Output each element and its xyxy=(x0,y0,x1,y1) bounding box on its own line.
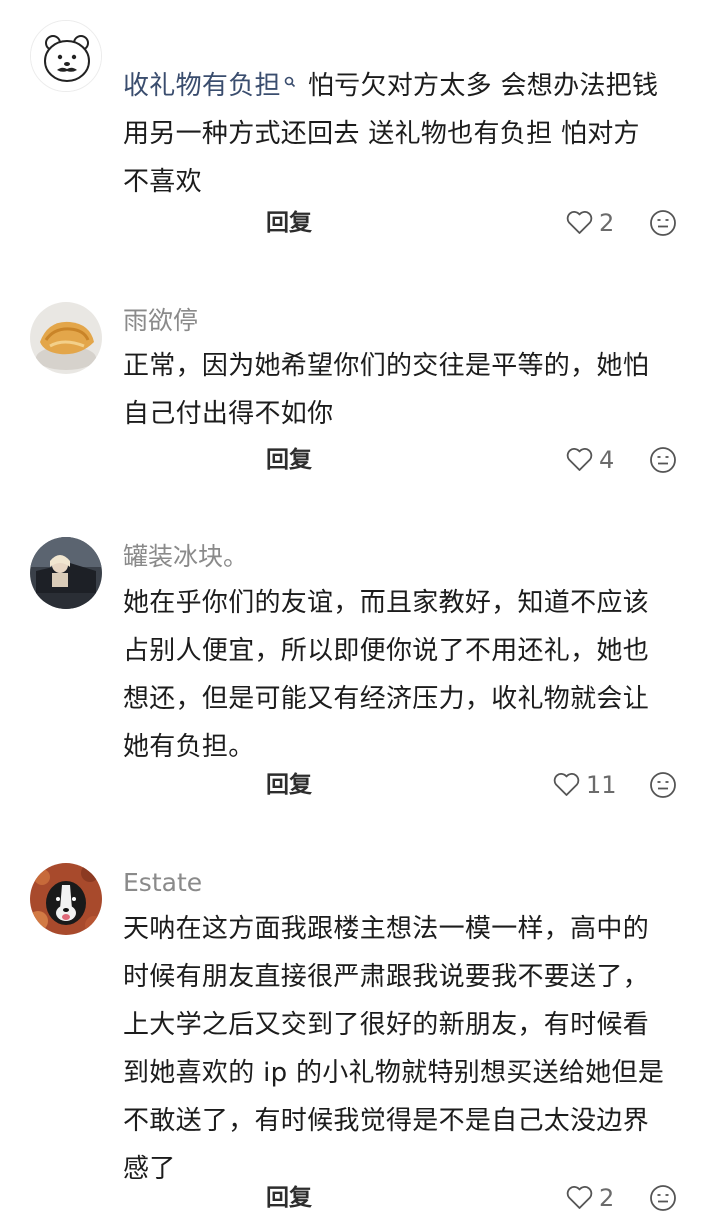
smiley-face-icon xyxy=(650,210,676,236)
inline-username[interactable]: 收礼物有负担 xyxy=(123,71,281,101)
comment-line: 不喜欢 xyxy=(123,167,202,197)
search-icon[interactable] xyxy=(284,64,296,88)
comment-line: 怕亏欠对方太多 会想办法把钱 xyxy=(307,71,659,101)
like-count: 2 xyxy=(599,1184,615,1212)
emoji-react-button[interactable] xyxy=(649,209,677,237)
smiley-face-icon xyxy=(650,772,676,798)
comment-line: 想还，但是可能又有经济压力，收礼物就会让 xyxy=(123,684,650,714)
person-in-car-avatar xyxy=(30,537,102,609)
smiley-face-icon xyxy=(650,447,676,473)
reply-button[interactable]: 回复 xyxy=(266,208,312,238)
comment-line: 用另一种方式还回去 送礼物也有负担 怕对方 xyxy=(123,119,640,149)
emoji-react-button[interactable] xyxy=(649,1184,677,1212)
like-button[interactable]: 11 xyxy=(553,770,617,800)
comment-line: 占别人便宜，所以即便你说了不用还礼，她也 xyxy=(123,636,650,666)
reply-button[interactable]: 回复 xyxy=(266,1183,312,1213)
heart-outline-icon xyxy=(566,211,593,234)
heart-outline-icon xyxy=(566,448,593,471)
comment-line: 天呐在这方面我跟楼主想法一模一样，高中的 xyxy=(123,914,650,944)
comment-line: 上大学之后又交到了很好的新朋友，有时候看 xyxy=(123,1010,650,1040)
comment-body: 正常，因为她希望你们的交往是平等的，她怕 自己付出得不如你 xyxy=(123,342,693,438)
avatar[interactable] xyxy=(30,537,102,609)
avatar[interactable] xyxy=(30,863,102,935)
reply-button[interactable]: 回复 xyxy=(266,770,312,800)
like-button[interactable]: 2 xyxy=(566,208,614,238)
comment-line: 她在乎你们的友谊，而且家教好，知道不应该 xyxy=(123,588,650,618)
pastry-photo-avatar xyxy=(30,302,102,374)
username[interactable]: 罐装冰块。 xyxy=(123,541,248,573)
username[interactable]: 雨欲停 xyxy=(123,305,198,337)
reply-button[interactable]: 回复 xyxy=(266,445,312,475)
heart-outline-icon xyxy=(553,773,580,796)
dog-in-leaves-avatar xyxy=(30,863,102,935)
like-count: 4 xyxy=(599,446,615,474)
comment-line: 到她喜欢的 ip 的小礼物就特别想买送给她但是 xyxy=(123,1058,665,1088)
comment-line: 不敢送了，有时候我觉得是不是自己太没边界 xyxy=(123,1106,650,1136)
comment-line: 自己付出得不如你 xyxy=(123,399,334,429)
comment-line: 正常，因为她希望你们的交往是平等的，她怕 xyxy=(123,351,650,381)
like-count: 2 xyxy=(599,209,615,237)
like-count: 11 xyxy=(586,771,617,799)
emoji-react-button[interactable] xyxy=(649,771,677,799)
comment-body: 收礼物有负担 怕亏欠对方太多 会想办法把钱 用另一种方式还回去 送礼物也有负担 怕… xyxy=(123,62,693,206)
smiley-face-icon xyxy=(650,1185,676,1211)
like-button[interactable]: 4 xyxy=(566,445,614,475)
username[interactable]: Estate xyxy=(123,867,202,899)
avatar[interactable] xyxy=(30,302,102,374)
comment-body: 天呐在这方面我跟楼主想法一模一样，高中的 时候有朋友直接很严肃跟我说要我不要送了… xyxy=(123,905,693,1193)
avatar[interactable] xyxy=(30,20,102,92)
polar-bear-mustache-avatar xyxy=(31,21,101,91)
emoji-react-button[interactable] xyxy=(649,446,677,474)
heart-outline-icon xyxy=(566,1186,593,1209)
comment-body: 她在乎你们的友谊，而且家教好，知道不应该 占别人便宜，所以即便你说了不用还礼，她… xyxy=(123,579,693,771)
comment-line: 她有负担。 xyxy=(123,732,255,762)
comment-line: 时候有朋友直接很严肃跟我说要我不要送了， xyxy=(123,962,650,992)
like-button[interactable]: 2 xyxy=(566,1183,614,1213)
